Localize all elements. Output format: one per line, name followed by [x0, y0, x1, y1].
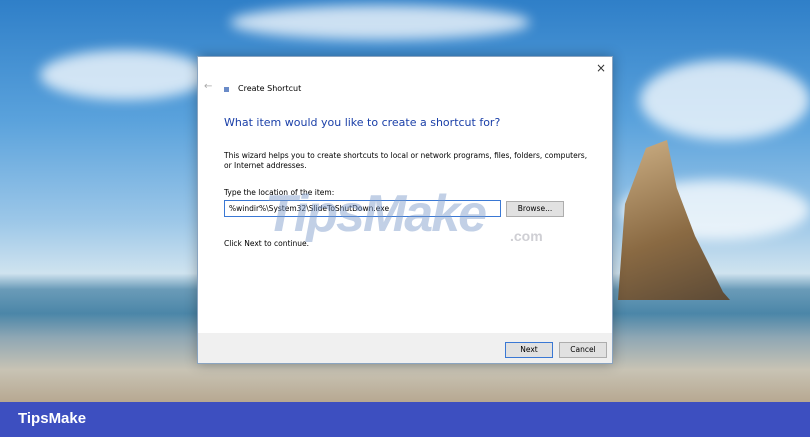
dialog-heading: What item would you like to create a sho… [224, 116, 501, 129]
watermark-suffix: .com [510, 228, 543, 244]
close-icon[interactable]: × [596, 61, 606, 75]
next-button[interactable]: Next [505, 342, 553, 358]
browse-button[interactable]: Browse... [506, 201, 564, 217]
dialog-description: This wizard helps you to create shortcut… [224, 151, 588, 170]
watermark: TipsMake [265, 185, 487, 243]
cancel-button[interactable]: Cancel [559, 342, 607, 358]
brand-logo: TipsMake [18, 410, 87, 427]
shortcut-icon [224, 87, 229, 92]
brand-footer-bar [0, 402, 810, 437]
back-arrow-icon[interactable]: ← [204, 81, 212, 92]
dialog-title: Create Shortcut [238, 84, 302, 93]
